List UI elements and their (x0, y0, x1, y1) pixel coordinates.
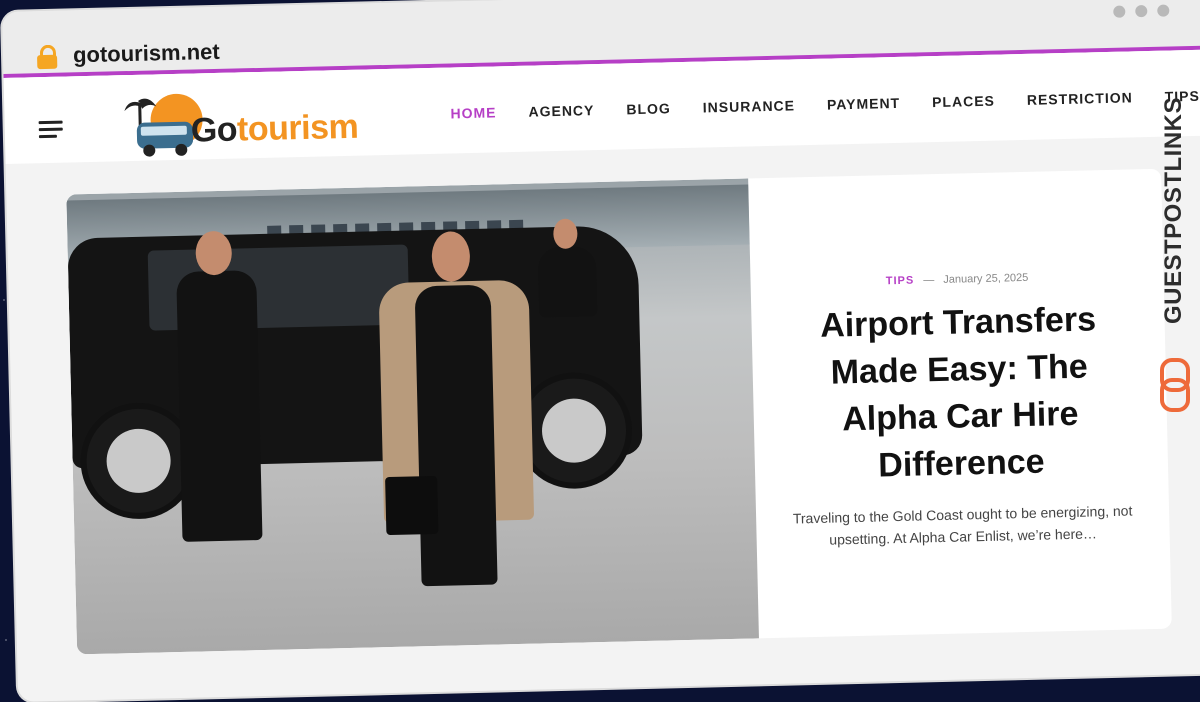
meta-separator: — (923, 274, 935, 287)
window-dot-icon[interactable] (1135, 5, 1148, 18)
window-controls (1113, 4, 1170, 18)
nav-item-payment[interactable]: PAYMENT (827, 95, 900, 113)
nav-item-restriction[interactable]: RESTRICTION (1027, 89, 1133, 107)
hamburger-menu-icon[interactable] (38, 120, 63, 143)
post-date: January 25, 2025 (943, 271, 1029, 286)
web-page: Gotourism HOME AGENCY BLOG INSURANCE PAY… (3, 49, 1200, 702)
watermark-text: GUESTPOSTLINKS (1160, 96, 1187, 324)
browser-window: gotourism.net Gotourism HOME AGENCY BLOG… (2, 0, 1200, 702)
logo-wordmark: Gotourism (190, 107, 359, 150)
lock-icon (37, 44, 58, 70)
post-excerpt: Traveling to the Gold Coast ought to be … (792, 502, 1133, 548)
window-dot-icon[interactable] (1157, 4, 1170, 17)
nav-item-home[interactable]: HOME (450, 104, 496, 121)
nav-item-agency[interactable]: AGENCY (528, 102, 594, 120)
nav-item-blog[interactable]: BLOG (626, 100, 671, 117)
nav-item-insurance[interactable]: INSURANCE (703, 97, 796, 115)
link-chain-icon (1160, 358, 1190, 412)
window-dot-icon[interactable] (1113, 5, 1126, 18)
main-navigation: HOME AGENCY BLOG INSURANCE PAYMENT PLACE… (450, 88, 1200, 122)
featured-post-content: TIPS — January 25, 2025 Airport Transfer… (748, 169, 1172, 639)
address-bar-url[interactable]: gotourism.net (73, 39, 220, 68)
guestpostlinks-watermark: GUESTPOSTLINKS (1152, 58, 1196, 412)
nav-item-places[interactable]: PLACES (932, 93, 995, 110)
post-meta: TIPS — January 25, 2025 (750, 269, 1163, 291)
post-title[interactable]: Airport Transfers Made Easy: The Alpha C… (791, 296, 1128, 492)
featured-post-card[interactable]: TIPS — January 25, 2025 Airport Transfer… (66, 168, 1172, 655)
site-logo[interactable]: Gotourism (124, 87, 385, 159)
post-category[interactable]: TIPS (886, 275, 915, 288)
featured-image[interactable] (66, 178, 759, 655)
